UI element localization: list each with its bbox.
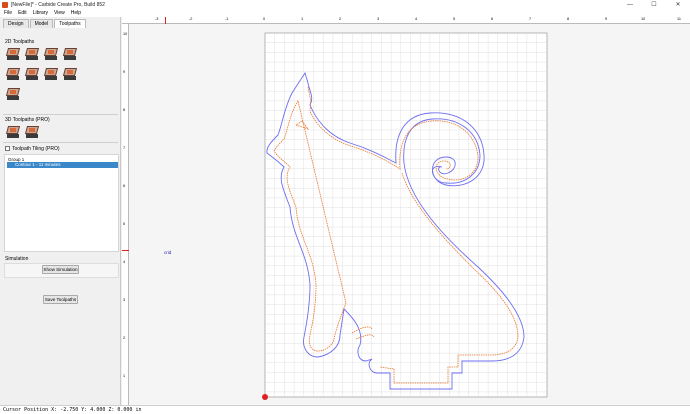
ruler-label: 6: [123, 184, 126, 188]
ruler-label: 7: [123, 146, 126, 150]
ruler-label: 4: [415, 17, 418, 21]
section-3d-toolpaths: 3D Toolpaths (PRO): [5, 117, 50, 123]
menu-help[interactable]: Help: [71, 10, 81, 16]
ruler-label: -3: [155, 17, 159, 21]
thread-mill-tool-icon[interactable]: [62, 67, 78, 80]
texture-tool-icon[interactable]: [5, 67, 21, 80]
cursor-marker: [165, 17, 166, 24]
3d-finish-tool-icon[interactable]: [24, 125, 40, 138]
ruler-label: 5: [453, 17, 456, 21]
ruler-label: 8: [123, 108, 126, 112]
tiling-checkbox[interactable]: [5, 146, 10, 151]
tab-toolpaths[interactable]: Toolpaths: [54, 19, 86, 28]
tiling-label: Toolpath Tiling (PRO): [12, 146, 60, 152]
design-canvas[interactable]: [122, 17, 690, 405]
status-bar: Cursor Position X: -2.750 Y: 4.000 Z: 0.…: [0, 405, 690, 414]
ruler-label: -2: [189, 17, 193, 21]
ruler-label: 11: [677, 17, 681, 21]
section-2d-toolpaths: 2D Toolpaths: [5, 39, 35, 45]
tab-design[interactable]: Design: [3, 19, 29, 28]
ruler-label: 0: [263, 17, 266, 21]
advanced-vcarve-tool-icon[interactable]: [43, 67, 59, 80]
ruler-label: 7: [529, 17, 532, 21]
title-bar: [NewFile]* - Carbide Create Pro, Build 8…: [0, 0, 690, 9]
toolpath-tree: Group 1 Contour 1 - 11 minutes: [4, 154, 119, 252]
canvas-svg: [262, 32, 548, 400]
ruler-label: 10: [123, 32, 128, 36]
app-logo-icon: [2, 1, 8, 8]
save-toolpaths-button[interactable]: Save Toolpaths: [43, 295, 78, 304]
vcarve-tool-icon[interactable]: [62, 47, 78, 60]
ruler-label: 1: [301, 17, 304, 21]
horizontal-ruler: -3 -2 -1 0 1 2 3 4 5 6 7 8 9 10 11: [122, 17, 690, 24]
toolpath-3d-grid: [5, 125, 77, 138]
3d-rough-tool-icon[interactable]: [5, 125, 21, 138]
window-title: [NewFile]* - Carbide Create Pro, Build 8…: [11, 1, 105, 8]
ruler-label: 9: [605, 17, 608, 21]
chamfer-tool-icon[interactable]: [24, 67, 40, 80]
toolpath-list-item[interactable]: Contour 1 - 11 minutes: [7, 162, 118, 168]
ruler-label: -1: [225, 17, 229, 21]
ruler-label: 3: [123, 298, 126, 302]
menu-file[interactable]: File: [4, 10, 12, 16]
maximize-button[interactable]: ☐: [642, 0, 666, 9]
menu-bar: File Edit Library View Help: [0, 9, 690, 17]
close-button[interactable]: ✕: [666, 0, 690, 9]
ruler-label: 10: [641, 17, 646, 21]
pocket-tool-icon[interactable]: [24, 47, 40, 60]
left-panel: Design Model Toolpaths 2D Toolpaths 3D T…: [0, 17, 121, 405]
divider: [3, 142, 118, 143]
menu-edit[interactable]: Edit: [18, 10, 27, 16]
ruler-label: 2: [123, 336, 126, 340]
stock-sheet: [264, 32, 548, 398]
drill-tool-icon[interactable]: [43, 47, 59, 60]
ruler-label: 5: [123, 222, 126, 226]
mode-tabs: Design Model Toolpaths: [0, 17, 120, 28]
facing-tool-icon[interactable]: [5, 87, 21, 100]
minimize-button[interactable]: —: [618, 0, 642, 9]
vertical-ruler: 10 9 8 7 6 5 4 3 2 1: [122, 24, 129, 405]
tab-model[interactable]: Model: [29, 19, 54, 28]
origin-marker-icon: [262, 394, 268, 400]
ruler-label: 4: [123, 260, 126, 264]
ruler-label: 1: [123, 374, 126, 378]
toolpath-2d-grid: [5, 47, 78, 100]
ruler-label: 2: [339, 17, 342, 21]
simulation-label: Simulation: [5, 256, 29, 262]
ruler-label: 9: [123, 70, 126, 74]
menu-view[interactable]: View: [54, 10, 65, 16]
ruler-label: 3: [377, 17, 380, 21]
menu-library[interactable]: Library: [33, 10, 48, 16]
ruler-label: 8: [567, 17, 570, 21]
divider: [3, 114, 118, 115]
ruler-label: 6: [491, 17, 494, 21]
contour-tool-icon[interactable]: [5, 47, 21, 60]
cursor-marker: [122, 250, 129, 251]
crid-label: crid: [164, 250, 172, 255]
show-simulation-button[interactable]: Show Simulation: [42, 265, 79, 274]
